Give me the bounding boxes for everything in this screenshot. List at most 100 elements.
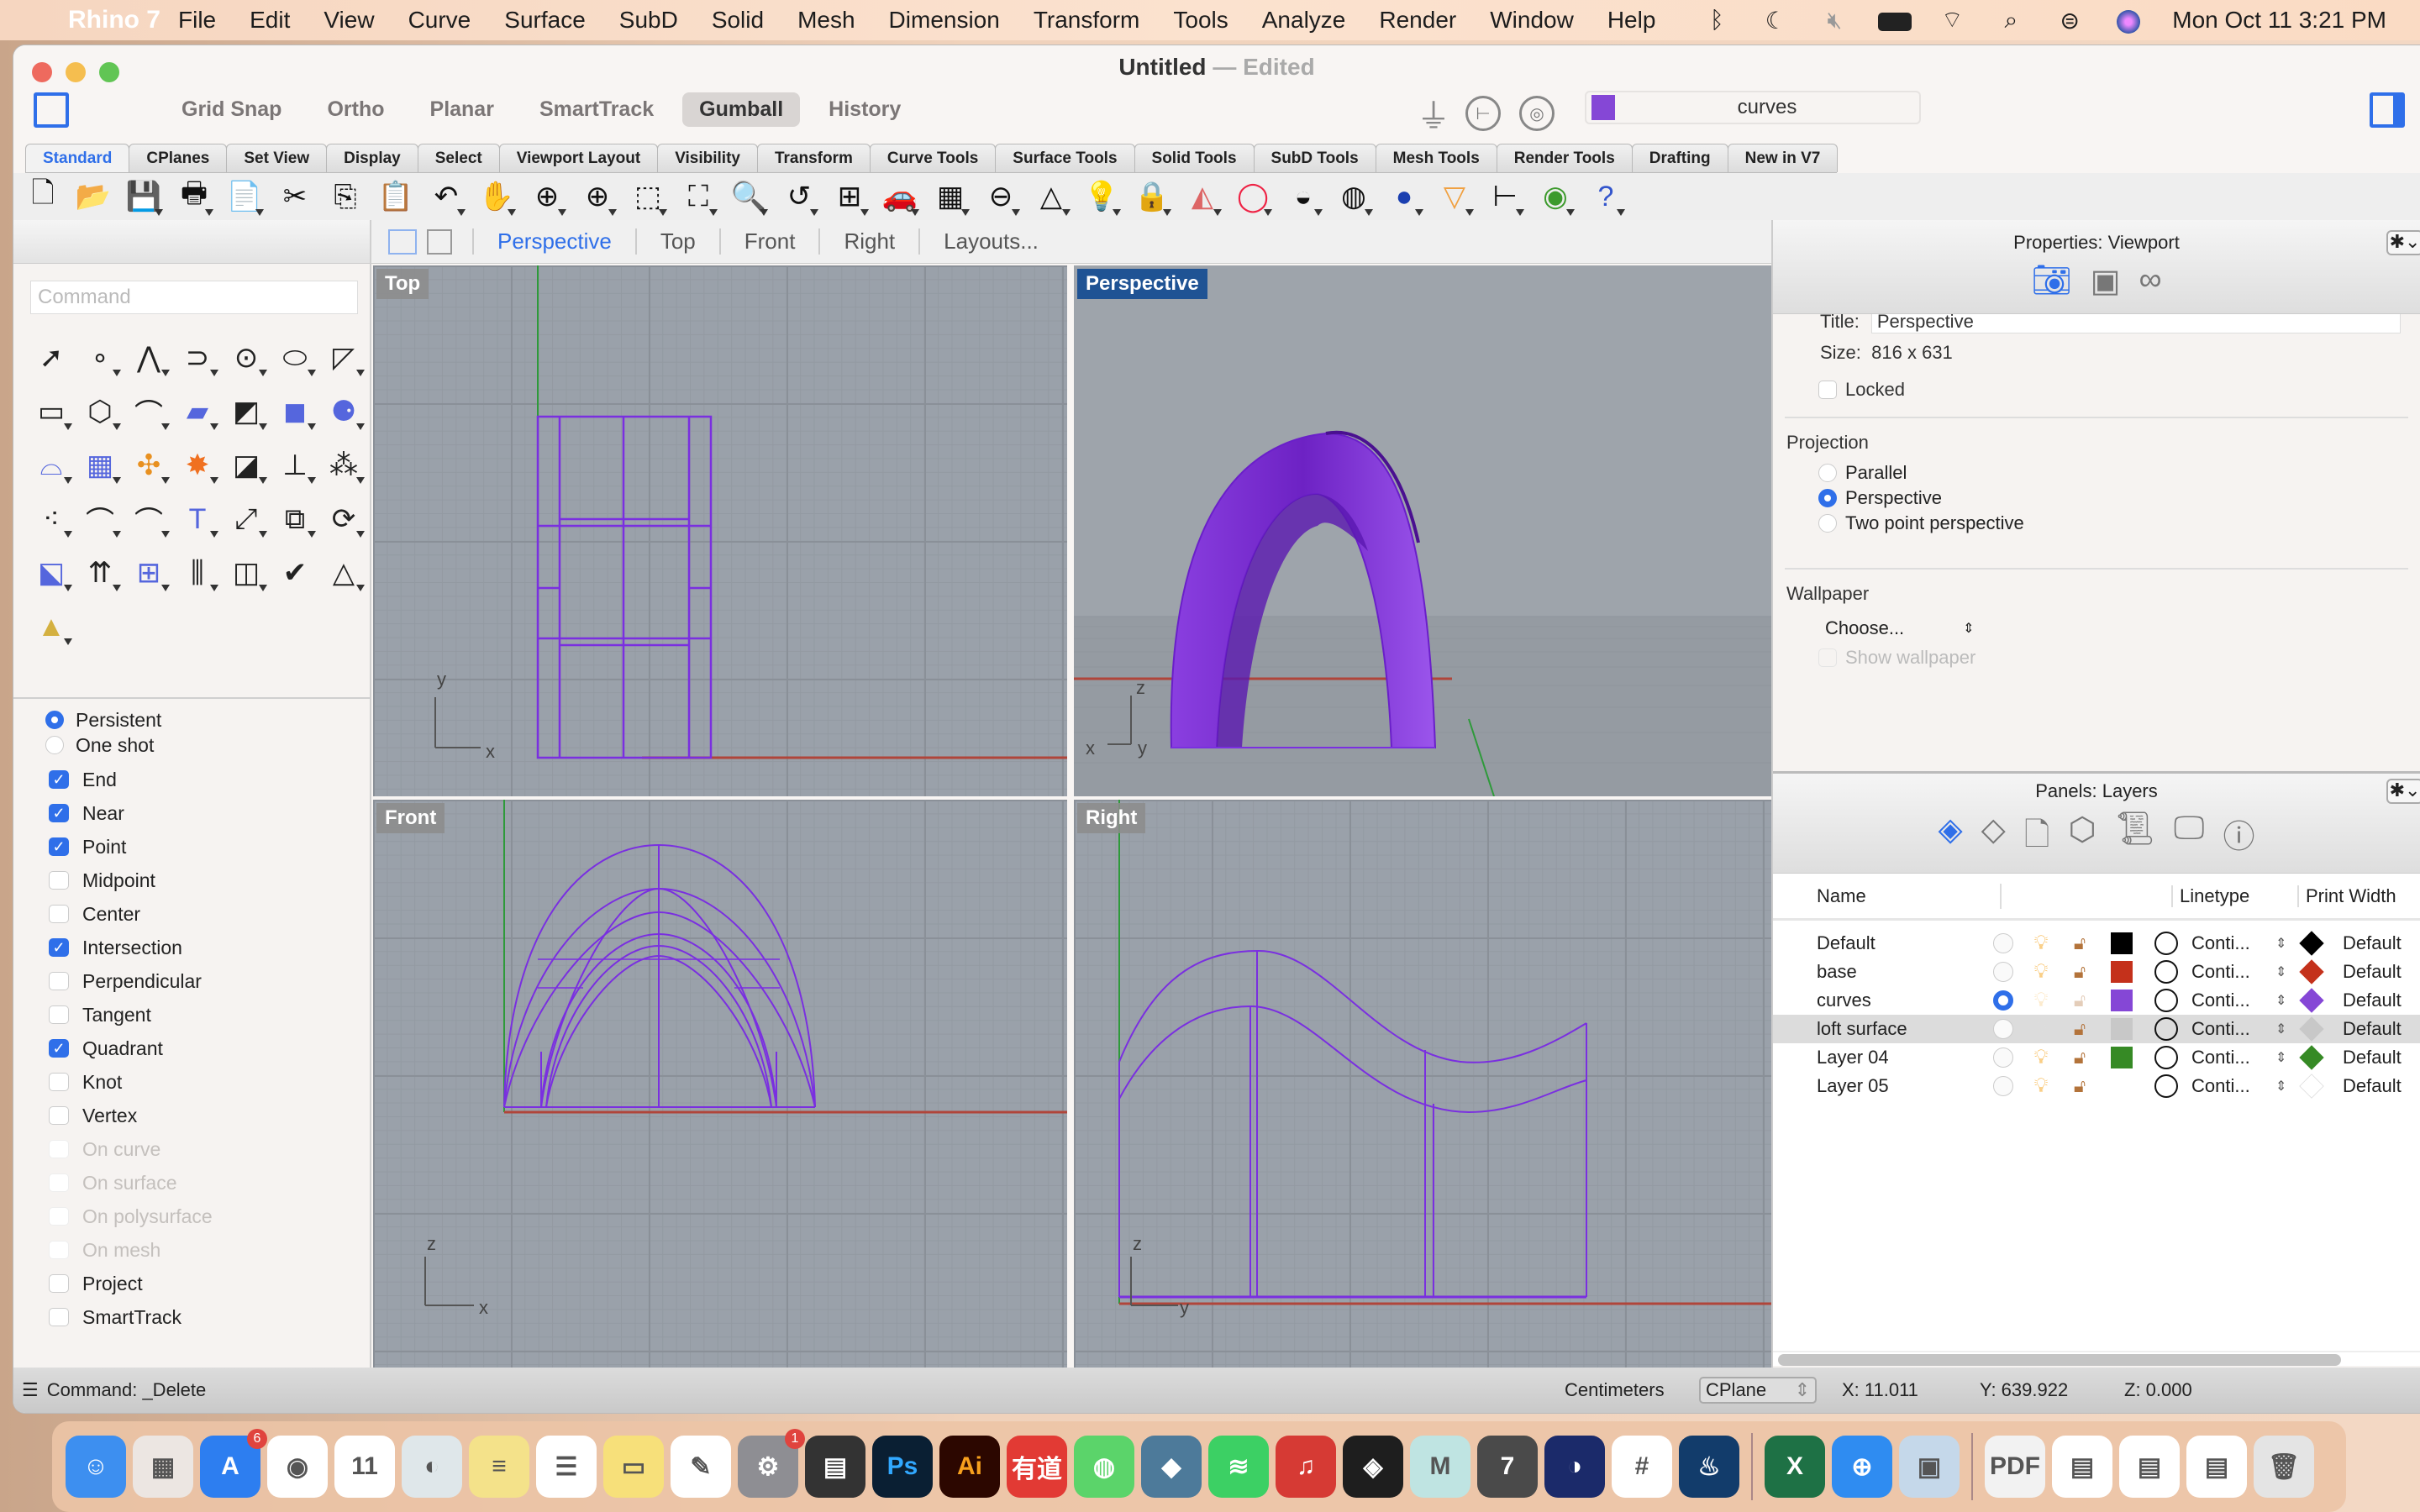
print-icon[interactable]: 🖶 xyxy=(175,177,213,216)
explode-icon[interactable]: ✸ xyxy=(176,445,218,486)
split-icon[interactable]: ⊥ xyxy=(274,445,316,486)
radio-button[interactable] xyxy=(45,711,64,729)
menu-edit[interactable]: Edit xyxy=(250,7,290,34)
paint-pyramid-icon[interactable]: ▲ xyxy=(30,606,72,647)
units-label[interactable]: Centimeters xyxy=(1565,1379,1665,1401)
dock-app-document-3[interactable]: ▤ xyxy=(2186,1436,2247,1498)
dock-app-document-2[interactable]: ▤ xyxy=(2119,1436,2180,1498)
dock-app-figma[interactable]: ◈ xyxy=(1343,1436,1403,1498)
help-icon[interactable]: ⓘ xyxy=(2223,811,2255,865)
unlocked-padlock-icon[interactable]: 🔓︎ xyxy=(2060,961,2099,983)
tab-drafting[interactable]: Drafting xyxy=(1631,144,1728,172)
dock-app-preview[interactable]: ▣ xyxy=(1899,1436,1960,1498)
dock-app-rhino-grasshopper[interactable]: ◐ xyxy=(402,1436,462,1498)
layer-name[interactable]: Layer 04 xyxy=(1773,1047,1941,1068)
rotate-view-icon[interactable]: ⊕ xyxy=(528,177,566,216)
new-file-icon[interactable]: 🗋 xyxy=(24,177,62,216)
open-folder-icon[interactable]: 📂 xyxy=(74,177,113,216)
updown-chevron-icon[interactable]: ⇕ xyxy=(2275,1021,2289,1037)
print-width-value[interactable]: Default xyxy=(2343,1018,2402,1040)
check-icon[interactable]: ✔ xyxy=(274,553,316,593)
updown-chevron-icon[interactable]: ⇕ xyxy=(2275,963,2289,980)
projection-two-point-perspective[interactable]: Two point perspective xyxy=(1773,511,2420,536)
menu-view[interactable]: View xyxy=(324,7,374,34)
search-icon[interactable]: ⌕ xyxy=(1996,7,2026,34)
car-icon[interactable]: 🚗 xyxy=(881,177,919,216)
checkbox[interactable] xyxy=(49,1106,69,1125)
checkbox[interactable] xyxy=(49,972,69,990)
mode-smarttrack[interactable]: SmartTrack xyxy=(523,92,671,127)
fillet-curve-icon[interactable]: ⌒ xyxy=(128,391,170,432)
tab-display[interactable]: Display xyxy=(326,144,418,172)
polygon-icon[interactable]: ⬡ xyxy=(79,391,121,432)
toggle-left-sidebar-button[interactable] xyxy=(34,92,69,128)
dock-app-chrome[interactable]: ◉ xyxy=(267,1436,328,1498)
sphere-icon[interactable]: ⚈ xyxy=(323,391,365,432)
dock-app-wechat[interactable]: ◍ xyxy=(1074,1436,1134,1498)
dock-app-finder[interactable]: ☺ xyxy=(66,1436,126,1498)
wifi-icon[interactable]: ⌔ xyxy=(1937,6,1967,35)
tab-curve-tools[interactable]: Curve Tools xyxy=(869,144,997,172)
unlocked-padlock-icon[interactable]: 🔓︎ xyxy=(2060,1047,2099,1068)
camera-icon[interactable]: 📷︎ xyxy=(2031,262,2071,300)
tab-render-tools[interactable]: Render Tools xyxy=(1496,144,1633,172)
solid-edit-icon[interactable]: ⬕ xyxy=(30,553,72,593)
osnap-tangent[interactable]: Tangent xyxy=(13,998,371,1032)
mode-history[interactable]: History xyxy=(812,92,918,127)
mode-grid-snap[interactable]: Grid Snap xyxy=(165,92,298,127)
menu-mesh[interactable]: Mesh xyxy=(797,7,855,34)
trim-icon[interactable]: ◪ xyxy=(225,445,267,486)
dock-app-slack[interactable]: # xyxy=(1612,1436,1672,1498)
layer-color-swatch[interactable] xyxy=(2111,1018,2133,1040)
dock-app-photoshop[interactable]: Ps xyxy=(872,1436,933,1498)
light-bulb-icon[interactable]: 💡 xyxy=(1082,177,1121,216)
dock-app-stickies[interactable]: ≡ xyxy=(469,1436,529,1498)
current-layer-radio[interactable] xyxy=(1993,1019,2013,1039)
osnap-midpoint[interactable]: Midpoint xyxy=(13,864,371,897)
viewport-perspective[interactable]: z x y Perspective xyxy=(1074,265,1771,796)
osnap-mode-persistent[interactable]: Persistent xyxy=(13,707,371,732)
material-circle-icon[interactable] xyxy=(2154,1046,2178,1069)
print-color-diamond[interactable] xyxy=(2299,931,2324,956)
menu-app-name[interactable]: Rhino 7 xyxy=(68,0,160,51)
link-icon[interactable]: ∞ xyxy=(2139,262,2162,300)
layer-color-swatch[interactable] xyxy=(2111,1047,2133,1068)
scroll-thumb[interactable] xyxy=(1778,1354,2341,1366)
copy-objects-icon[interactable]: ⧉ xyxy=(274,499,316,539)
group-icon[interactable]: ⁖ xyxy=(30,499,72,539)
layers-icon[interactable]: ◈ xyxy=(1938,811,1962,865)
viewport-tab-top[interactable]: Top xyxy=(634,228,719,255)
rectangle-icon[interactable]: ▭ xyxy=(30,391,72,432)
mode-gumball[interactable]: Gumball xyxy=(682,92,801,127)
linetype-value[interactable]: Conti... xyxy=(2191,932,2275,954)
layer-row[interactable]: loft surface 💡︎ 🔓︎ Conti... ⇕ Default xyxy=(1773,1015,2420,1043)
viewport-tab-perspective[interactable]: Perspective xyxy=(472,228,635,255)
checkbox[interactable] xyxy=(49,1274,69,1293)
current-layer-radio[interactable] xyxy=(1993,990,2013,1011)
dock-app-app-store[interactable]: A6 xyxy=(200,1429,267,1498)
cplane-select[interactable]: CPlane ⇕ xyxy=(1699,1377,1817,1404)
checkbox[interactable]: ✓ xyxy=(49,1039,69,1058)
tab-visibility[interactable]: Visibility xyxy=(657,144,758,172)
properties-icon[interactable]: △ xyxy=(1032,177,1071,216)
pan-icon[interactable]: ✋ xyxy=(477,177,516,216)
dock-app-pdf[interactable]: PDF xyxy=(1985,1436,2045,1498)
arc-icon[interactable]: ◸ xyxy=(323,338,365,378)
rotate-icon[interactable]: ⟳ xyxy=(323,499,365,539)
gumball-target-icon[interactable]: ◎ xyxy=(1519,96,1555,131)
clock[interactable]: Mon Oct 11 3:21 PM xyxy=(2172,7,2386,34)
linetype-value[interactable]: Conti... xyxy=(2191,1075,2275,1097)
checkbox[interactable]: ✓ xyxy=(49,837,69,856)
menu-surface[interactable]: Surface xyxy=(504,7,586,34)
dock-app-system-preferences[interactable]: ⚙ 1 xyxy=(738,1429,805,1498)
boolean-union-icon[interactable]: ⁂ xyxy=(323,445,365,486)
linetype-value[interactable]: Conti... xyxy=(2191,1018,2275,1040)
dock-app-rhino-7[interactable]: 7 xyxy=(1477,1436,1538,1498)
tab-surface-tools[interactable]: Surface Tools xyxy=(995,144,1135,172)
tab-transform[interactable]: Transform xyxy=(756,144,871,172)
extrude-icon[interactable]: ⌓ xyxy=(30,445,72,486)
updown-chevron-icon[interactable]: ⇕ xyxy=(2275,1049,2289,1066)
tab-new-in-v7[interactable]: New in V7 xyxy=(1727,144,1839,172)
print-color-diamond[interactable] xyxy=(2299,988,2324,1013)
box-icon[interactable]: ◼ xyxy=(274,391,316,432)
